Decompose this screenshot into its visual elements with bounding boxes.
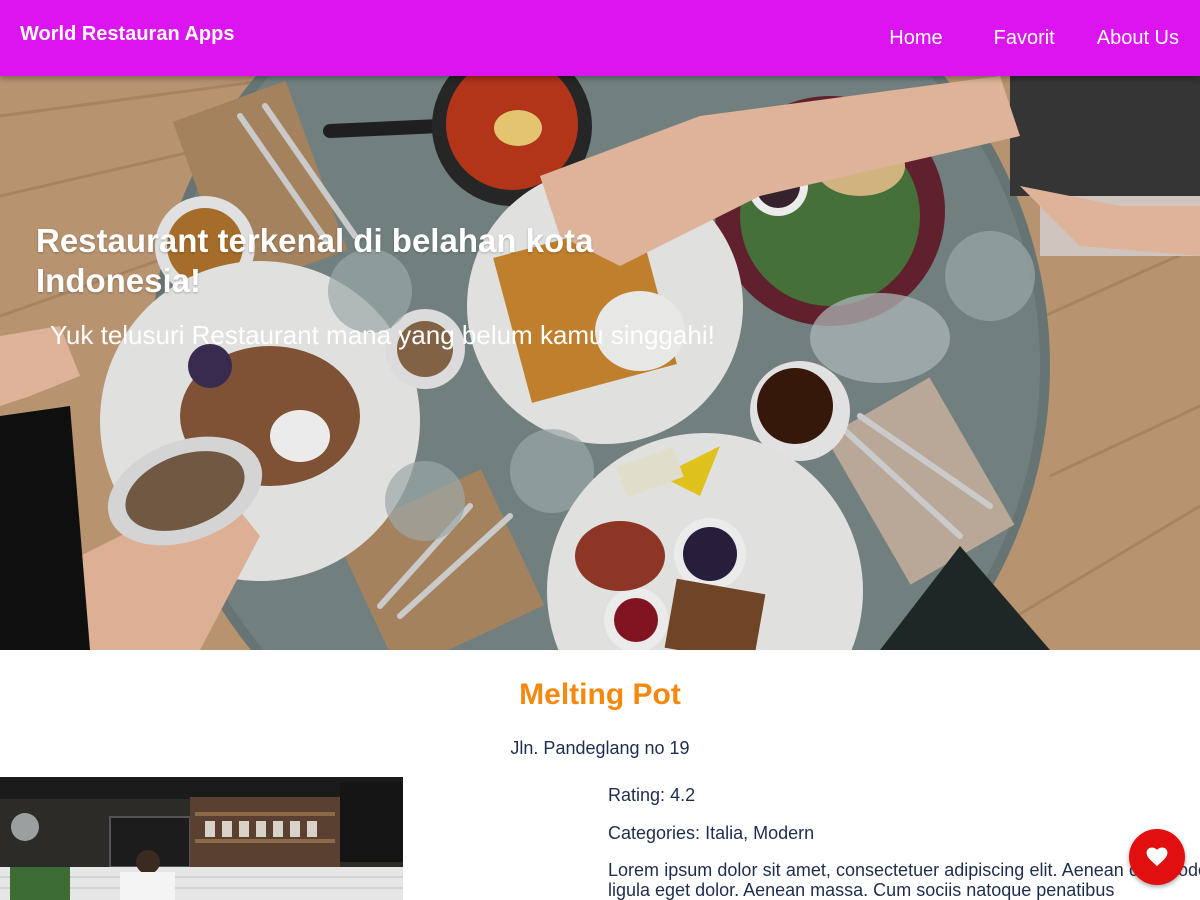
hero-banner: Restaurant terkenal di belahan kota Indo… [0, 76, 1200, 650]
rating-line: Rating: 4.2 [608, 784, 1200, 822]
app-bar: World Restauran Apps Home Favorit About … [0, 0, 1200, 76]
hero-subtitle: Yuk telusuri Restaurant mana yang belum … [50, 320, 715, 350]
nav-home-link[interactable]: Home [889, 27, 963, 50]
categories-line: Categories: Italia, Modern [608, 822, 1200, 860]
main-nav: Home Favorit About Us [889, 0, 1200, 76]
nav-favorit-link[interactable]: Favorit [994, 27, 1076, 50]
restaurant-kitchen-photo [0, 777, 403, 900]
rating-label: Rating: [608, 785, 666, 805]
hero-title: Restaurant terkenal di belahan kota Indo… [36, 222, 594, 299]
nav-about-link[interactable]: About Us [1097, 27, 1200, 50]
categories-value: Italia, Modern [705, 823, 815, 843]
heart-icon [1146, 847, 1168, 867]
hero-background-image [0, 76, 1200, 650]
app-brand[interactable]: World Restauran Apps [20, 23, 234, 46]
restaurant-address: Jln. Pandeglang no 19 [510, 738, 690, 758]
categories-label: Categories: [608, 823, 701, 843]
favorite-button[interactable] [1129, 829, 1185, 885]
restaurant-image [0, 777, 403, 900]
rating-value: 4.2 [670, 785, 696, 805]
restaurant-description: Lorem ipsum dolor sit amet, consectetuer… [608, 860, 1200, 900]
restaurant-name: Melting Pot [519, 678, 681, 711]
restaurant-info: Rating: 4.2 Categories: Italia, Modern L… [608, 784, 1200, 900]
